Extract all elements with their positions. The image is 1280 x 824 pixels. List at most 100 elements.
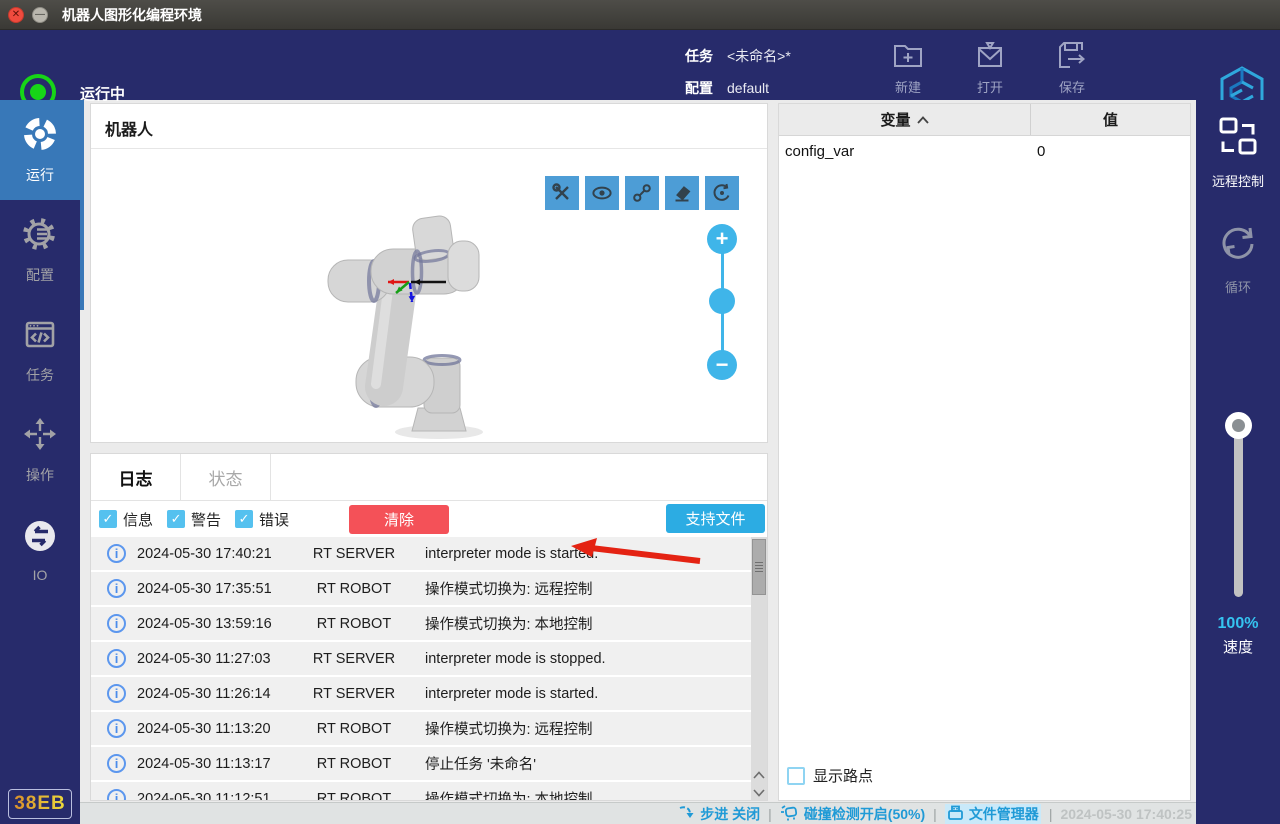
info-icon: i: [107, 754, 126, 773]
robot-panel-title: 机器人: [105, 122, 154, 139]
right-sidebar: 远程控制 循环 100% 速度: [1196, 100, 1280, 824]
info-icon: i: [107, 649, 126, 668]
header-actions: 新建 打开 保存: [880, 34, 1100, 96]
save-icon: [1054, 37, 1090, 73]
info-icon: i: [107, 719, 126, 738]
log-row[interactable]: i 2024-05-30 17:40:21 RT SERVER interpre…: [91, 537, 751, 570]
info-icon: i: [107, 684, 126, 703]
clear-log-button[interactable]: 清除: [349, 504, 450, 534]
speed-label: 速度: [1222, 639, 1253, 656]
info-icon: i: [107, 614, 126, 633]
task-label: 任务: [685, 48, 713, 64]
filter-warning-label: 警告: [191, 511, 222, 529]
separator: |: [1048, 805, 1053, 822]
remote-control-icon: [1218, 116, 1258, 165]
io-exchange-icon: [21, 517, 59, 560]
divider: [91, 148, 767, 149]
save-task-button[interactable]: 保存: [1044, 34, 1100, 96]
filter-warning-checkbox[interactable]: ✓: [167, 510, 186, 528]
sidebar-item-operate-label: 操作: [26, 467, 54, 483]
log-scrollbar[interactable]: [751, 537, 767, 800]
zoom-slider-knob[interactable]: [709, 288, 735, 314]
variables-panel: 变量 值 config_var 0 显示路点: [778, 103, 1191, 801]
log-row[interactable]: i 2024-05-30 11:13:17 RT ROBOT 停止任务 '未命名…: [91, 747, 751, 780]
speed-slider-knob[interactable]: [1225, 412, 1252, 439]
filter-error-label: 错误: [259, 511, 290, 529]
log-row[interactable]: i 2024-05-30 13:59:16 RT ROBOT 操作模式切换为: …: [91, 607, 751, 640]
collision-detection-status[interactable]: 碰撞检测开启(50%): [780, 804, 925, 824]
variable-column-header[interactable]: 变量: [779, 104, 1031, 135]
info-icon: i: [107, 579, 126, 598]
new-task-label: 新建: [894, 80, 921, 95]
tools-button[interactable]: [545, 176, 579, 210]
variables-header: 变量 值: [779, 104, 1190, 136]
sidebar-item-task[interactable]: 任务: [0, 300, 80, 400]
show-waypoints-label: 显示路点: [813, 768, 874, 785]
scrollbar-thumb[interactable]: [752, 539, 766, 595]
variable-row[interactable]: config_var 0: [779, 136, 1190, 166]
remote-control-button[interactable]: 远程控制: [1196, 116, 1280, 190]
variable-value: 0: [1037, 142, 1046, 160]
running-status-text: 运行中: [80, 86, 126, 103]
usb-drive-icon: [947, 804, 964, 824]
sidebar-item-task-label: 任务: [26, 367, 54, 383]
move-arrows-icon: [21, 415, 59, 458]
log-row[interactable]: i 2024-05-30 11:12:51 RT ROBOT 操作模式切换为: …: [91, 782, 751, 800]
window-minimize-button[interactable]: —: [32, 6, 48, 23]
new-folder-icon: [890, 37, 926, 73]
log-list: i 2024-05-30 17:40:21 RT SERVER interpre…: [91, 537, 767, 800]
sidebar-item-config[interactable]: 配置: [0, 200, 80, 300]
file-manager-status[interactable]: 文件管理器: [944, 803, 1041, 824]
robot-3d-view[interactable]: [316, 212, 486, 447]
sidebar-item-io-label: IO: [32, 567, 48, 583]
tab-log[interactable]: 日志: [91, 454, 181, 501]
code-window-icon: [21, 315, 59, 358]
device-code-button[interactable]: 38EB: [8, 789, 72, 819]
scroll-down-button[interactable]: [751, 784, 767, 800]
log-row[interactable]: i 2024-05-30 11:26:14 RT SERVER interpre…: [91, 677, 751, 710]
rotate-view-button[interactable]: [705, 176, 739, 210]
window-title: 机器人图形化编程环境: [62, 6, 202, 23]
log-filterbar: ✓ 信息 ✓ 警告 ✓ 错误 清除 支持文件: [91, 501, 767, 537]
scroll-up-button[interactable]: [751, 766, 767, 784]
log-row[interactable]: i 2024-05-30 11:27:03 RT SERVER interpre…: [91, 642, 751, 675]
tab-status[interactable]: 状态: [181, 454, 271, 501]
support-files-button[interactable]: 支持文件: [666, 504, 765, 533]
sidebar-item-io[interactable]: IO: [0, 500, 80, 600]
filter-info-checkbox[interactable]: ✓: [99, 510, 117, 528]
value-column-header[interactable]: 值: [1031, 104, 1190, 135]
zoom-control: + −: [707, 224, 737, 380]
eye-visibility-button[interactable]: [585, 176, 619, 210]
sort-ascending-icon: [916, 111, 929, 128]
log-row[interactable]: i 2024-05-30 17:35:51 RT ROBOT 操作模式切换为: …: [91, 572, 751, 605]
log-row[interactable]: i 2024-05-30 11:13:20 RT ROBOT 操作模式切换为: …: [91, 712, 751, 745]
config-value: default: [727, 80, 770, 96]
robot-panel: 机器人 + −: [90, 103, 768, 443]
loop-button[interactable]: 循环: [1196, 222, 1280, 296]
config-label: 配置: [685, 80, 713, 96]
filter-error-checkbox[interactable]: ✓: [235, 510, 254, 528]
variable-name: config_var: [785, 142, 855, 160]
info-icon: i: [107, 544, 126, 563]
log-tabs: 日志 状态: [91, 454, 767, 501]
open-task-button[interactable]: 打开: [962, 34, 1018, 96]
gear-icon: [21, 215, 59, 258]
zoom-in-button[interactable]: +: [707, 224, 737, 254]
sidebar-item-operate[interactable]: 操作: [0, 400, 80, 500]
speed-value: 100%: [1217, 615, 1259, 632]
show-waypoints-checkbox[interactable]: [787, 766, 805, 785]
zoom-out-button[interactable]: −: [707, 350, 737, 380]
status-bar: 步进 关闭 | 碰撞检测开启(50%) | 文件管理器 | 2024-05-30…: [80, 802, 1196, 824]
sidebar-item-run[interactable]: 运行: [0, 100, 80, 200]
eraser-button[interactable]: [665, 176, 699, 210]
speed-slider-track[interactable]: [1234, 425, 1243, 597]
window-close-button[interactable]: ✕: [8, 6, 24, 23]
new-task-button[interactable]: 新建: [880, 34, 936, 96]
sidebar-accent-strip: [80, 100, 84, 310]
path-waypoints-button[interactable]: [625, 176, 659, 210]
sidebar-item-config-label: 配置: [26, 267, 54, 283]
separator: |: [768, 805, 772, 822]
step-mode-status[interactable]: 步进 关闭: [678, 804, 760, 824]
app-header: 运行中 任务 <未命名>* 配置 default 新建 打开 保存: [0, 30, 1280, 116]
left-sidebar: 运行 配置 任务 操作 IO 38EB: [0, 100, 80, 824]
